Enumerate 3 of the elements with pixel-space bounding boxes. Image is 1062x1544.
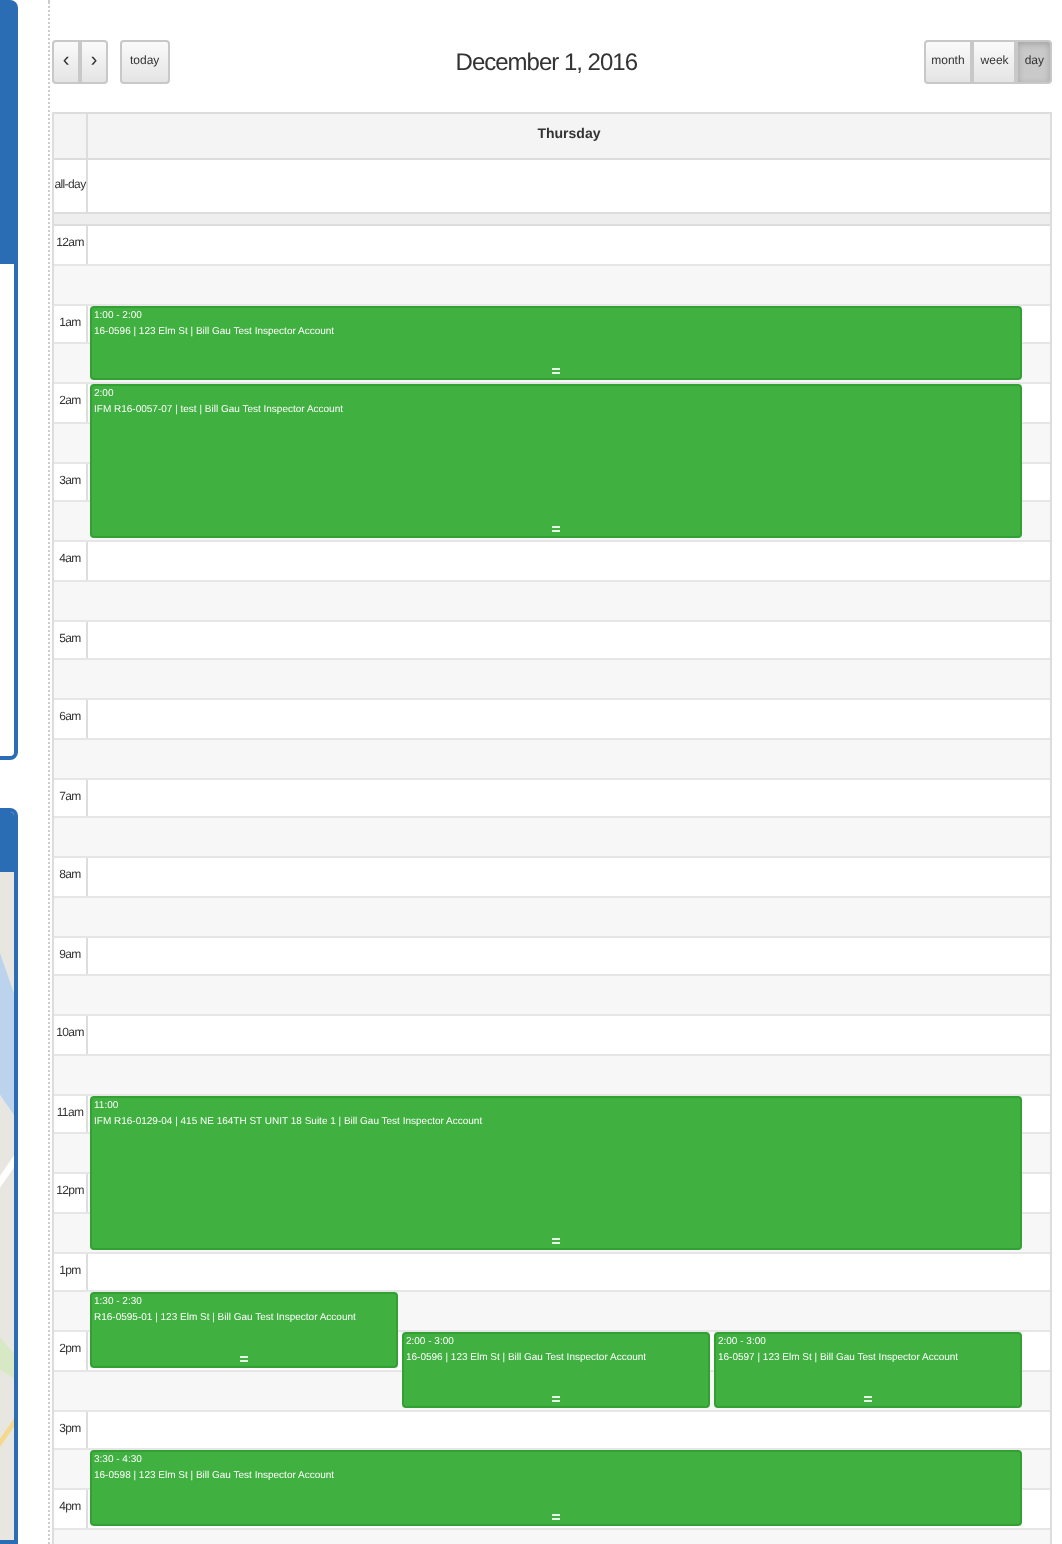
previous-button[interactable]: ‹ bbox=[52, 39, 80, 83]
next-button[interactable]: › bbox=[80, 39, 108, 83]
calendar-title: December 1, 2016 bbox=[453, 47, 640, 75]
